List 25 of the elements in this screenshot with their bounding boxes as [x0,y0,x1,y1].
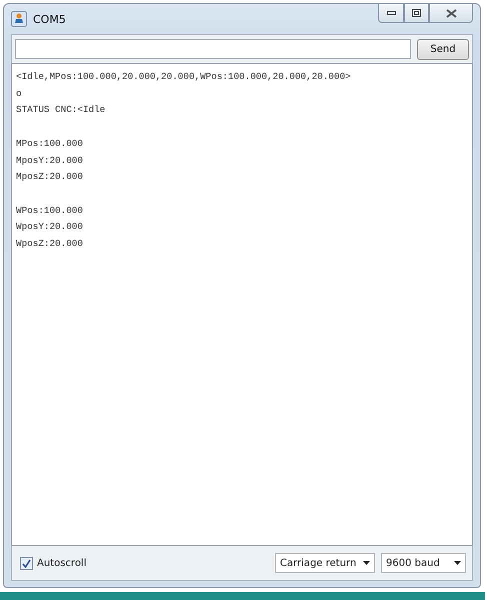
output-line: o [16,86,23,101]
line-ending-dropdown[interactable]: Carriage return [275,553,375,573]
app-icon [11,11,27,27]
minimize-icon [386,11,396,15]
baud-rate-dropdown[interactable]: 9600 baud [381,553,466,573]
send-button[interactable]: Send [417,39,469,60]
input-field[interactable] [15,39,411,59]
close-icon [446,8,456,18]
minimize-button[interactable] [378,4,404,23]
output-line: MposZ:20.000 [16,170,84,184]
window-title: COM5 [33,12,66,26]
maximize-button[interactable] [404,4,429,23]
output-line: MPos:100.000 [16,136,84,151]
output-line: MposY:20.000 [16,154,84,168]
maximize-icon [412,9,421,17]
output-line: STATUS CNC:<Idle [16,103,106,118]
output-line: WPos:100.000 [16,204,84,218]
caret-icon [454,561,461,565]
autoscroll-checkbox[interactable] [20,556,33,570]
autoscroll-label: Autoscroll [37,558,86,568]
output-line: <Idle,MPos:100.000,20.000,20.000,WPos:100.000,20.000,20.000> [16,70,352,84]
output-line: WposY:20.000 [16,220,84,234]
output-line: WposZ:20.000 [16,237,84,251]
close-button[interactable] [429,4,473,23]
caret-icon [363,561,370,565]
